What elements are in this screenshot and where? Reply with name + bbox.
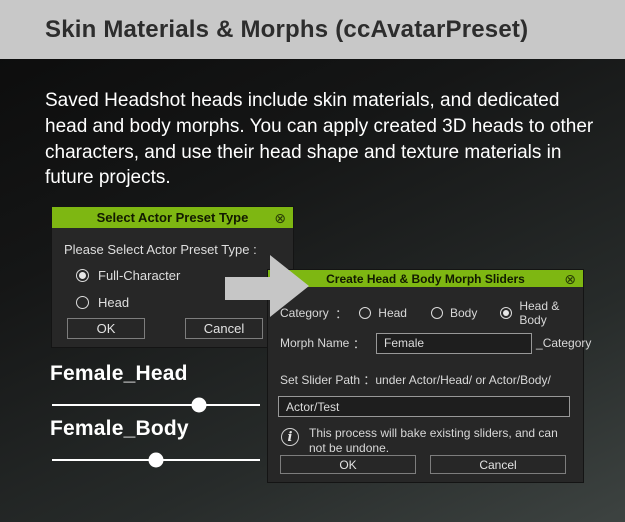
info-icon: i: [281, 428, 299, 446]
radio-label: Head: [98, 295, 129, 310]
radio-icon[interactable]: [500, 307, 512, 319]
dialog-title: Create Head & Body Morph Sliders: [326, 272, 525, 286]
morph-name-row: Morph Name ： _Category: [280, 332, 591, 354]
close-icon[interactable]: ⊗: [274, 211, 286, 225]
radio-icon[interactable]: [76, 269, 89, 282]
slider-path-input[interactable]: [278, 396, 570, 417]
ok-button[interactable]: OK: [67, 318, 145, 339]
radio-category-body[interactable]: Body: [431, 306, 477, 320]
radio-full-character[interactable]: Full-Character: [76, 268, 180, 283]
category-row: Category ： Head Body Head & Body: [280, 306, 583, 320]
slider-handle[interactable]: [192, 398, 207, 413]
page-header: Skin Materials & Morphs (ccAvatarPreset): [0, 0, 625, 59]
info-text: This process will bake existing sliders,…: [309, 426, 561, 456]
radio-icon[interactable]: [359, 307, 371, 319]
close-icon[interactable]: ⊗: [564, 272, 576, 286]
morph-name-label: Morph Name: [280, 336, 353, 350]
slider-track[interactable]: [50, 452, 262, 467]
slider-line: [52, 404, 260, 406]
category-colon: ：: [335, 305, 347, 322]
morph-name-colon: ：: [353, 335, 365, 352]
slider-handle[interactable]: [149, 453, 164, 468]
page-title: Skin Materials & Morphs (ccAvatarPreset): [45, 16, 528, 44]
radio-label: Head: [378, 306, 407, 320]
radio-label: Head & Body: [519, 299, 583, 327]
radio-label: Full-Character: [98, 268, 180, 283]
slider-label: Female_Head: [50, 362, 262, 386]
radio-label: Body: [450, 306, 477, 320]
slider-track[interactable]: [50, 397, 262, 412]
intro-paragraph: Saved Headshot heads include skin materi…: [45, 88, 597, 191]
dialog-titlebar[interactable]: Select Actor Preset Type ⊗: [52, 207, 293, 228]
morph-name-suffix: _Category: [536, 336, 591, 350]
radio-category-head[interactable]: Head: [359, 306, 407, 320]
radio-icon[interactable]: [76, 296, 89, 309]
arrow-right-icon: [225, 252, 311, 319]
radio-icon[interactable]: [431, 307, 443, 319]
cancel-button[interactable]: Cancel: [430, 455, 566, 474]
create-morph-sliders-dialog: Create Head & Body Morph Sliders ⊗ Categ…: [268, 270, 583, 482]
female-body-slider: Female_Body: [50, 417, 262, 467]
morph-name-input[interactable]: [376, 333, 532, 354]
cancel-button[interactable]: Cancel: [185, 318, 263, 339]
dialog-title: Select Actor Preset Type: [97, 210, 249, 225]
dialog-titlebar[interactable]: Create Head & Body Morph Sliders ⊗: [268, 270, 583, 287]
ok-button[interactable]: OK: [280, 455, 416, 474]
info-row: i This process will bake existing slider…: [281, 426, 561, 456]
radio-category-head-and-body[interactable]: Head & Body: [500, 299, 583, 327]
slider-label: Female_Body: [50, 417, 262, 441]
female-head-slider: Female_Head: [50, 362, 262, 412]
slider-path-label: Set Slider Path ：under Actor/Head/ or Ac…: [280, 371, 551, 388]
radio-head[interactable]: Head: [76, 295, 129, 310]
